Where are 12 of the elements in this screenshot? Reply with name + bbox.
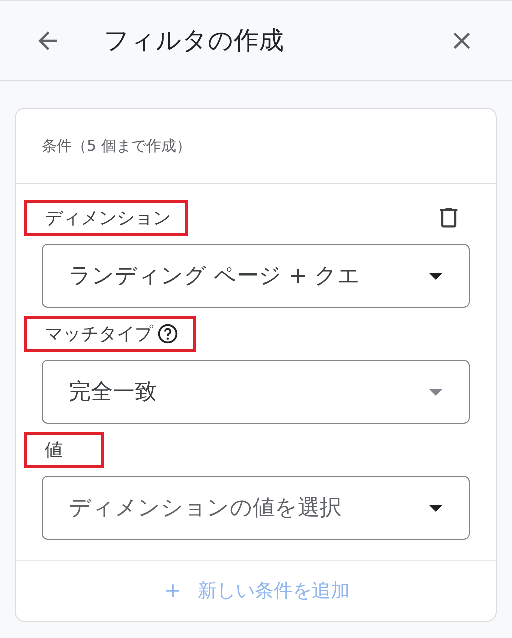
caret-icon: [429, 388, 443, 396]
card-heading: 条件（5 個まで作成）: [42, 136, 192, 156]
field-label: 値: [45, 439, 63, 462]
dropdown-field[interactable]: ランディング ページ + クエ: [42, 244, 470, 308]
caret-icon: [429, 504, 443, 512]
field-label: マッチタイプ: [45, 323, 153, 346]
field-label: ディメンション: [45, 207, 171, 230]
caret-icon: [429, 272, 443, 280]
dropdown-field[interactable]: ディメンションの値を選択: [42, 476, 470, 540]
dialog-title: フィルタの作成: [104, 25, 285, 57]
help-icon[interactable]: [157, 323, 179, 345]
dropdown-field[interactable]: 完全一致: [42, 360, 470, 424]
